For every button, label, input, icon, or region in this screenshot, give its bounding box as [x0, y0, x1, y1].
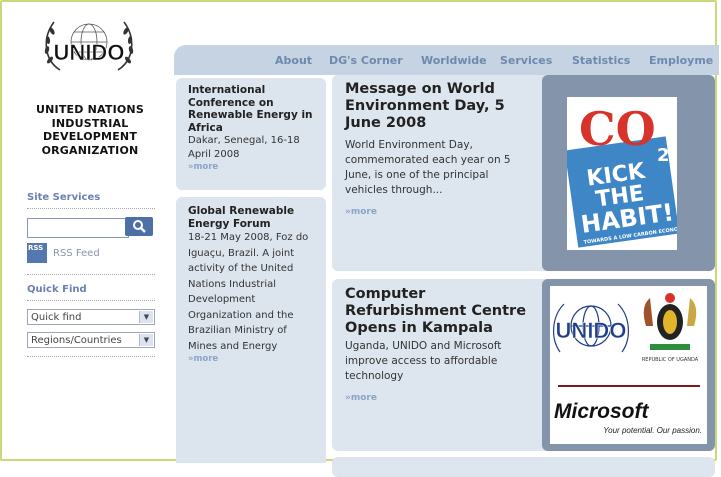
- more-link[interactable]: »more: [188, 162, 318, 172]
- nav-item-statistics[interactable]: Statistics: [572, 54, 630, 67]
- feature-story: Computer Refurbishment Centre Opens in K…: [332, 279, 715, 451]
- page-frame: UNIDO UNITED NATIONS INDUSTRIAL DEVELOPM…: [0, 0, 719, 477]
- feature-image-frame: UNIDO REPUBLIC OF UGANDA Microsoft Your …: [542, 279, 715, 451]
- org-name-line: DEVELOPMENT: [42, 130, 138, 143]
- regions-select-value: Regions/Countries: [31, 335, 122, 346]
- feature-story: Message on World Environment Day, 5 June…: [332, 75, 715, 271]
- feature-text: Uganda, UNIDO and Microsoft improve acce…: [345, 340, 502, 382]
- svg-text:Your potential. Our passion.: Your potential. Our passion.: [603, 426, 702, 435]
- unido-logo[interactable]: UNIDO: [40, 16, 138, 78]
- feature-title[interactable]: Computer Refurbishment Centre Opens in K…: [345, 286, 533, 337]
- feature-title[interactable]: Message on World Environment Day, 5 June…: [345, 81, 533, 132]
- svg-text:2: 2: [657, 145, 670, 166]
- more-link[interactable]: »more: [188, 354, 318, 364]
- event-card: International Conference on Renewable En…: [176, 78, 326, 190]
- nav-item-services[interactable]: Services: [500, 54, 552, 67]
- rss-icon[interactable]: RSS: [27, 243, 47, 263]
- organization-name: UNITED NATIONS INDUSTRIAL DEVELOPMENT OR…: [22, 103, 158, 157]
- org-name-line: UNITED NATIONS: [36, 103, 144, 116]
- event-card: Global Renewable Energy Forum 18-21 May …: [176, 197, 326, 463]
- event-text: 18-21 May 2008, Foz do Iguaçu, Brazil. A…: [188, 232, 309, 352]
- quick-find-select-value: Quick find: [31, 312, 82, 323]
- feature-image-frame: CO 2 KICK THE HABIT! TOWARDS A LOW CARBO…: [542, 75, 715, 271]
- main-nav: About DG's Corner Worldwide Services Sta…: [174, 45, 719, 75]
- feature-text: World Environment Day, commemorated each…: [345, 139, 511, 196]
- more-link[interactable]: »more: [345, 393, 377, 403]
- more-link[interactable]: »more: [345, 207, 377, 217]
- event-text: Dakar, Senegal, 16-18 April 2008: [188, 135, 300, 160]
- rss-feed-link[interactable]: RSS Feed: [53, 248, 100, 259]
- svg-text:CO: CO: [579, 102, 656, 156]
- kick-the-habit-image[interactable]: CO 2 KICK THE HABIT! TOWARDS A LOW CARBO…: [567, 97, 677, 250]
- divider: [27, 300, 155, 301]
- divider: [27, 208, 155, 209]
- nav-item-about[interactable]: About: [275, 54, 312, 67]
- feature-story-partial: [332, 457, 715, 477]
- chevron-down-icon: ▼: [139, 311, 153, 323]
- logo-text: UNIDO: [54, 40, 125, 65]
- event-title[interactable]: Global Renewable Energy Forum: [188, 205, 318, 230]
- nav-item-employment[interactable]: Employme: [649, 54, 713, 67]
- divider: [27, 274, 155, 275]
- search-input[interactable]: [27, 218, 129, 238]
- svg-text:REPUBLIC OF UGANDA: REPUBLIC OF UGANDA: [642, 357, 699, 363]
- org-name-line: ORGANIZATION: [41, 143, 139, 157]
- quick-find-select[interactable]: Quick find ▼: [27, 309, 155, 325]
- svg-text:Microsoft: Microsoft: [554, 400, 650, 423]
- divider: [27, 356, 155, 357]
- unido-microsoft-uganda-image[interactable]: UNIDO REPUBLIC OF UGANDA Microsoft Your …: [550, 286, 707, 444]
- regions-countries-select[interactable]: Regions/Countries ▼: [27, 332, 155, 348]
- nav-item-worldwide[interactable]: Worldwide: [421, 54, 487, 67]
- org-name-line: INDUSTRIAL: [51, 116, 129, 130]
- chevron-down-icon: ▼: [139, 334, 153, 346]
- nav-item-dgs-corner[interactable]: DG's Corner: [329, 54, 403, 67]
- svg-text:UNIDO: UNIDO: [556, 318, 627, 343]
- event-title[interactable]: International Conference on Renewable En…: [188, 84, 318, 134]
- search-icon: [133, 220, 146, 233]
- search-button[interactable]: [125, 217, 153, 236]
- quick-find-heading: Quick Find: [27, 284, 87, 295]
- site-services-heading: Site Services: [27, 192, 101, 203]
